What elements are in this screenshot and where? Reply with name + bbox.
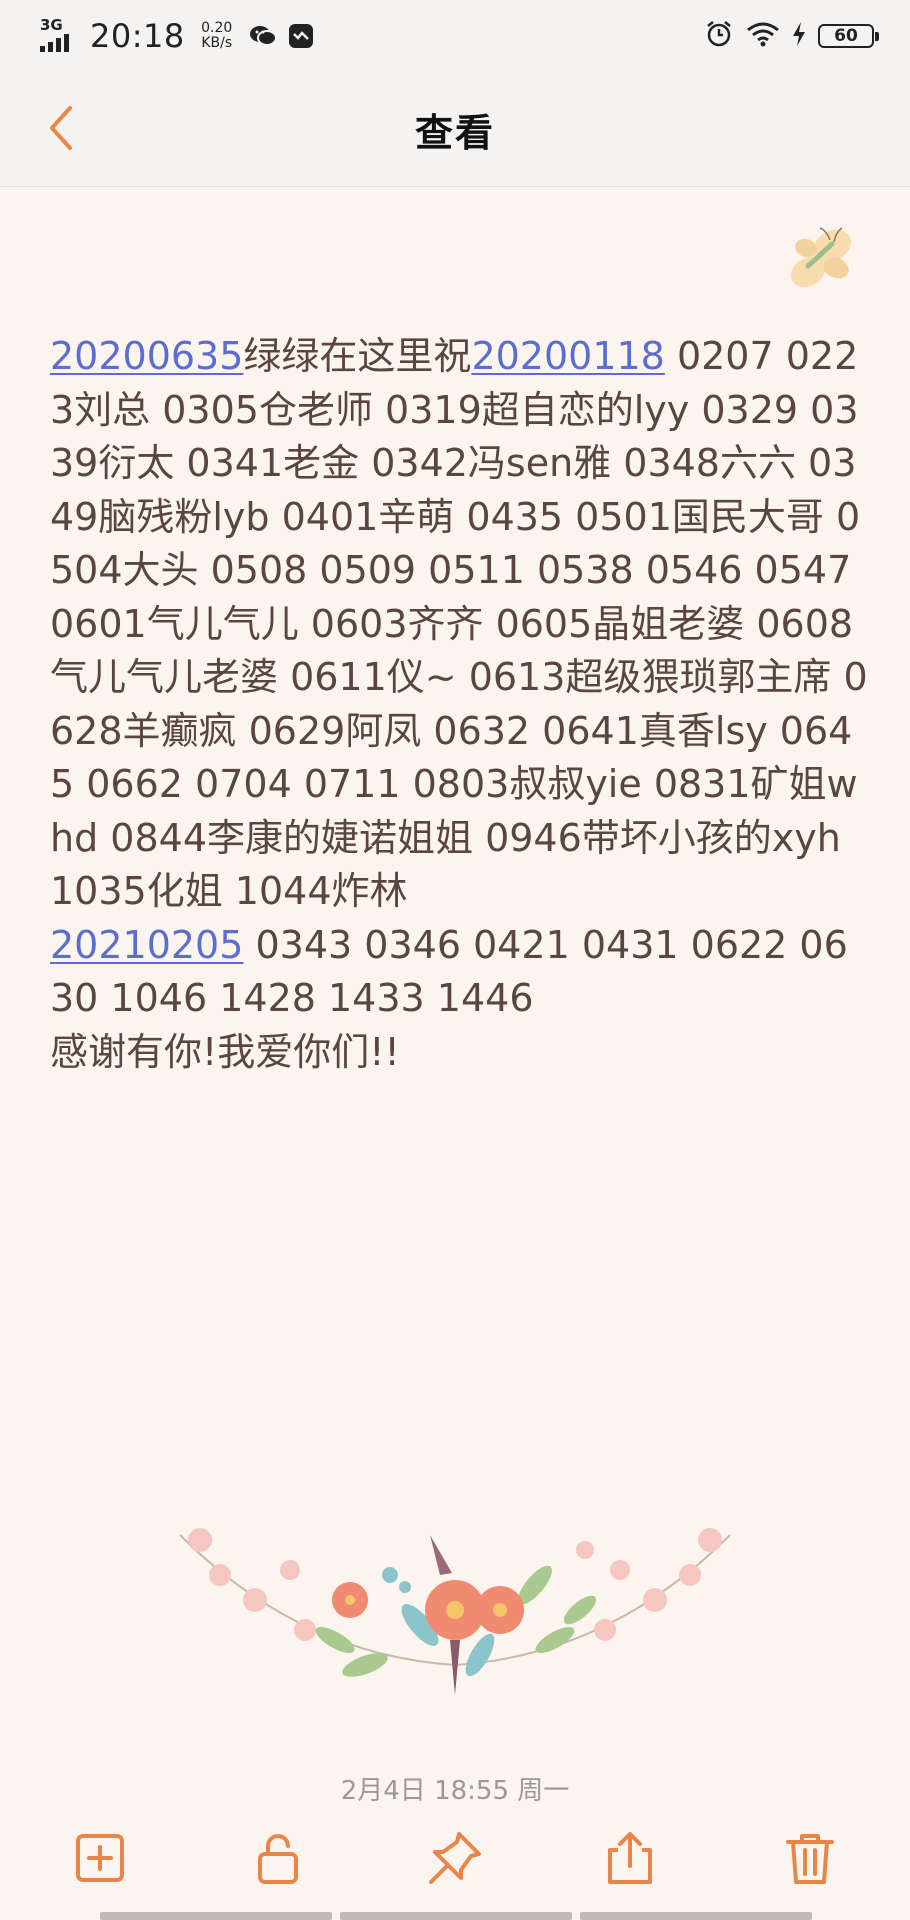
note-text: 0207 0223刘总 0305仓老师 0319超自恋的lyy 0329 033… xyxy=(50,334,868,913)
butterfly-icon xyxy=(780,222,860,302)
add-note-icon xyxy=(76,1834,124,1882)
share-icon xyxy=(608,1832,652,1884)
app-header: 查看 xyxy=(0,72,910,187)
note-content[interactable]: 20200635绿绿在这里祝20200118 0207 0223刘总 0305仓… xyxy=(50,330,870,1079)
network-speed: 0.20 KB/s xyxy=(195,21,239,51)
page-title: 查看 xyxy=(414,111,495,155)
network-type: 3G xyxy=(40,16,63,34)
battery-icon: 60 xyxy=(818,24,879,48)
speed-value: 0.20 xyxy=(201,20,233,36)
note-text: 感谢有你!我爱你们!! xyxy=(50,1029,400,1074)
home-indicator[interactable] xyxy=(100,1912,812,1920)
clock: 20:18 xyxy=(90,17,185,55)
battery-level: 60 xyxy=(834,26,858,46)
status-bar: 3G 20:18 0.20 KB/s 60 xyxy=(0,0,910,72)
charging-icon xyxy=(792,21,806,51)
pin-button[interactable] xyxy=(425,1828,485,1888)
speed-unit: KB/s xyxy=(201,35,233,51)
share-button[interactable] xyxy=(600,1828,660,1888)
trash-icon xyxy=(786,1834,834,1884)
bottom-toolbar xyxy=(0,1828,910,1898)
note-timestamp: 2月4日 18:55 周一 xyxy=(340,1776,570,1806)
app-notification-icon xyxy=(287,23,315,49)
floral-decoration xyxy=(160,1515,750,1725)
wechat-icon xyxy=(249,23,277,49)
unlock-button[interactable] xyxy=(248,1828,308,1888)
wifi-icon xyxy=(746,21,780,51)
signal-icon: 3G xyxy=(40,18,80,54)
delete-button[interactable] xyxy=(780,1828,840,1888)
note-text: 绿绿在这里祝 xyxy=(243,334,472,378)
alarm-icon xyxy=(704,19,734,53)
date-link[interactable]: 20210205 xyxy=(50,923,243,967)
date-link[interactable]: 20200635 xyxy=(50,334,243,378)
pin-icon xyxy=(429,1832,481,1884)
add-note-button[interactable] xyxy=(70,1828,130,1888)
date-link[interactable]: 20200118 xyxy=(471,334,664,378)
unlock-icon xyxy=(258,1834,298,1884)
